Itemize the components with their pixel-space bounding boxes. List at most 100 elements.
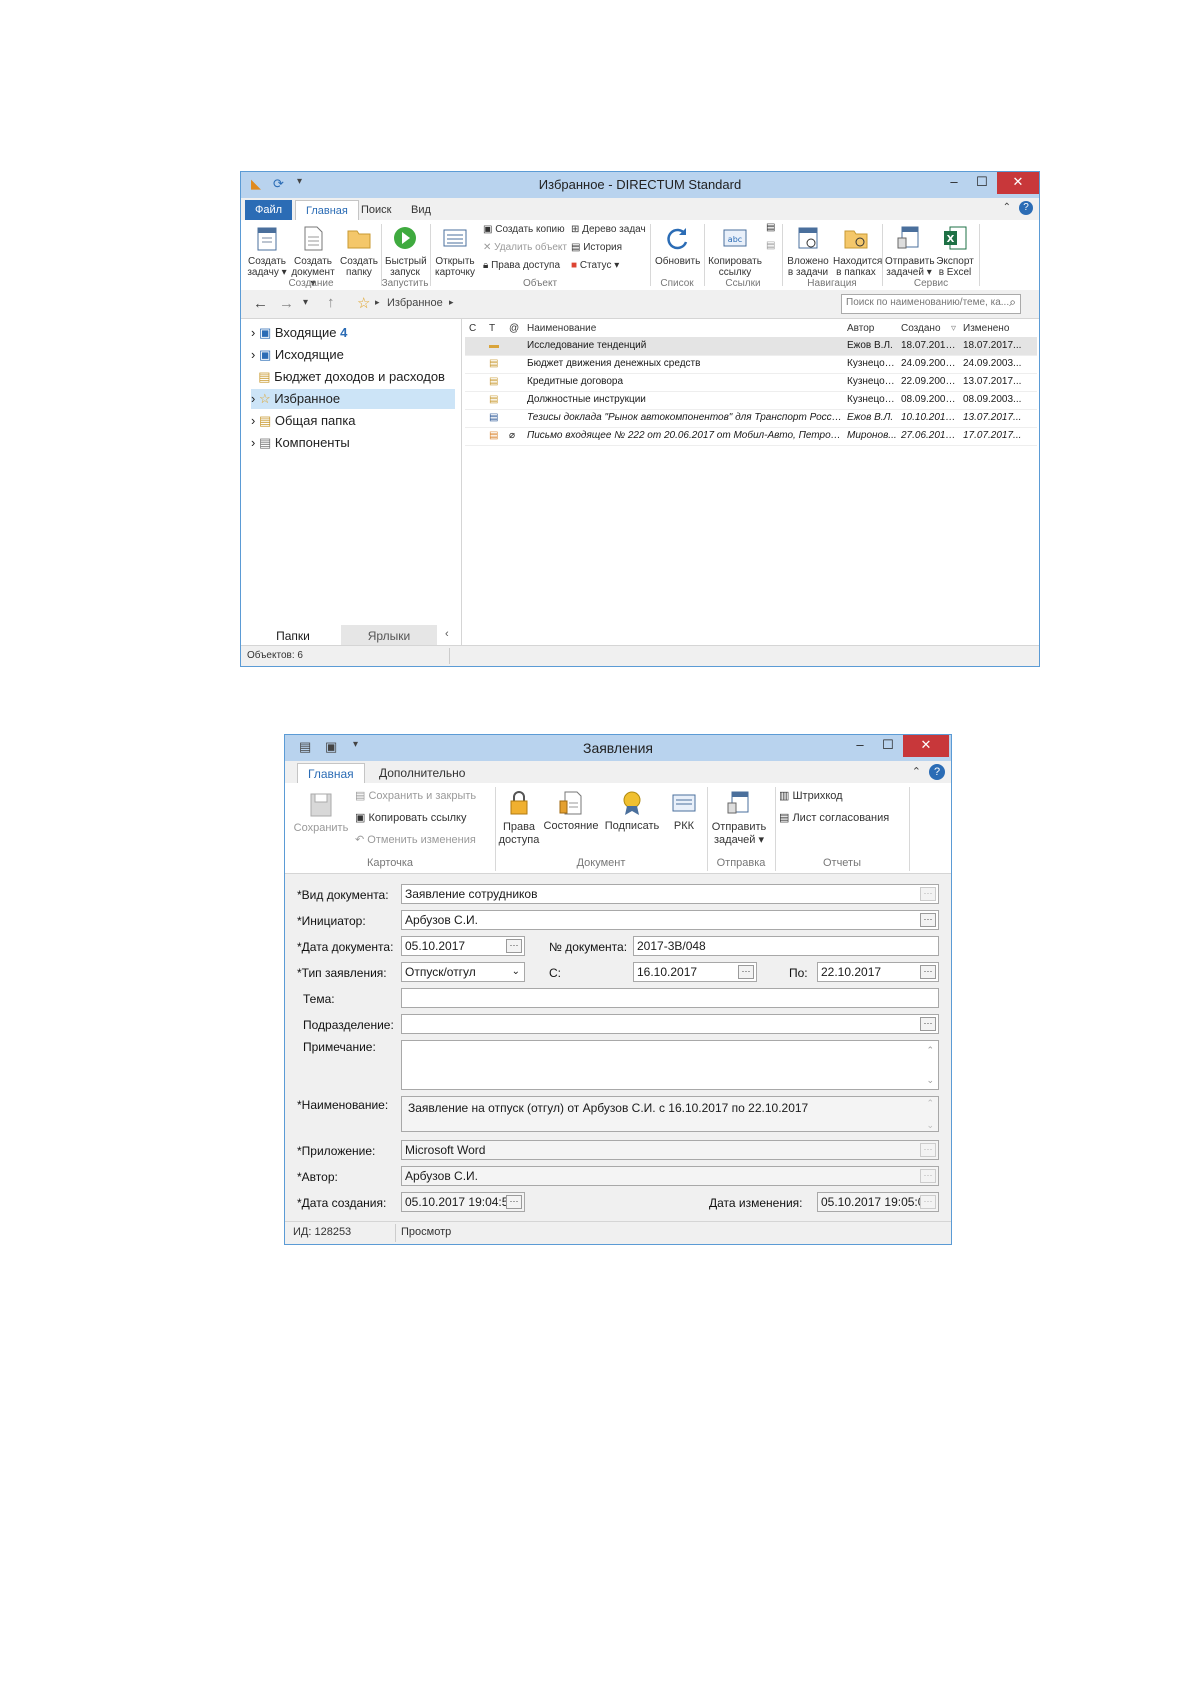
copy-object-button[interactable]: ▣ Создать копию xyxy=(483,224,565,235)
export-excel-button[interactable]: X Экспорт в Excel xyxy=(935,224,975,278)
save-close-button[interactable]: ▤ Сохранить и закрыть xyxy=(355,789,476,802)
tree-item-outbox[interactable]: › ▣ Исходящие xyxy=(251,345,344,365)
column-header-modified[interactable]: Изменено xyxy=(963,323,1009,334)
maximize-button[interactable]: ☐ xyxy=(967,172,997,194)
name-textarea[interactable]: Заявление на отпуск (отгул) от Арбузов С… xyxy=(401,1096,939,1132)
table-row[interactable]: ▬ Исследование тенденций Ежов В.Л. 18.07… xyxy=(465,337,1037,356)
chevron-down-icon[interactable]: ⌄ xyxy=(512,963,520,981)
doc-number-field[interactable]: 2017-3B/048 xyxy=(633,936,939,956)
table-row[interactable]: ▤ ⌀ Письмо входящее № 222 от 20.06.2017 … xyxy=(465,427,1037,446)
task-tree-button[interactable]: ⊞ Дерево задач xyxy=(571,224,646,235)
tab-additional[interactable]: Дополнительно xyxy=(369,763,475,783)
state-button[interactable]: Состояние xyxy=(541,789,601,832)
tab-folders[interactable]: Папки xyxy=(245,625,341,647)
history-button[interactable]: ▤ История xyxy=(571,242,622,253)
scroll-down-icon[interactable]: ⌄ xyxy=(926,1071,934,1089)
tree-item-components[interactable]: › ▤ Компоненты xyxy=(251,433,350,453)
create-task-button[interactable]: Создать задачу ▾ xyxy=(247,224,287,278)
table-row[interactable]: ▤ Тезисы доклада "Рынок автокомпонентов"… xyxy=(465,409,1037,428)
table-row[interactable]: ▤ Бюджет движения денежных средств Кузне… xyxy=(465,355,1037,374)
department-picker-button[interactable]: ··· xyxy=(920,1017,936,1031)
search-icon[interactable]: ⌕ xyxy=(1009,295,1016,310)
tab-file[interactable]: Файл xyxy=(245,200,293,220)
close-button[interactable]: ✕ xyxy=(903,735,949,757)
tab-home[interactable]: Главная xyxy=(297,763,365,784)
barcode-button[interactable]: ▥ Штрихкод xyxy=(779,789,843,802)
doc-kind-field[interactable]: Заявление сотрудников ··· xyxy=(401,884,939,904)
forward-arrow-icon[interactable]: → xyxy=(279,295,294,312)
column-header-t[interactable]: Т xyxy=(489,323,495,334)
send-task-button[interactable]: Отправить задачей ▾ xyxy=(885,224,935,278)
favorites-star-icon[interactable]: ☆ xyxy=(357,294,370,312)
column-header-at[interactable]: @ xyxy=(509,323,519,334)
doc-date-picker-button[interactable]: ··· xyxy=(506,939,522,953)
to-date-field[interactable]: 22.10.2017 ··· xyxy=(817,962,939,982)
scroll-up-icon[interactable]: ⌃ xyxy=(926,1041,934,1059)
refresh-button[interactable]: Обновить xyxy=(655,224,700,267)
column-header-name[interactable]: Наименование xyxy=(527,323,596,334)
help-icon[interactable]: ? xyxy=(1019,201,1033,215)
minimize-button[interactable]: – xyxy=(939,172,969,194)
breadcrumb[interactable]: Избранное xyxy=(387,297,443,309)
column-header-created[interactable]: Создано xyxy=(901,323,941,334)
save-button[interactable]: Сохранить xyxy=(293,791,349,834)
subject-field[interactable] xyxy=(401,988,939,1008)
tree-item-favorites[interactable]: › ☆ Избранное xyxy=(251,389,455,409)
history-dropdown-icon[interactable]: ▾ xyxy=(303,297,308,308)
column-header-author[interactable]: Автор xyxy=(847,323,874,334)
application-type-select[interactable]: Отпуск/отгул ⌄ xyxy=(401,962,525,982)
link-small-icon[interactable]: ▤ xyxy=(766,222,775,233)
create-folder-button[interactable]: Создать папку xyxy=(339,224,379,278)
maximize-button[interactable]: ☐ xyxy=(873,735,903,757)
open-card-button[interactable]: Открыть карточку xyxy=(433,224,477,278)
collapse-ribbon-icon[interactable]: ⌃ xyxy=(912,765,921,778)
tree-item-inbox[interactable]: › ▣ Входящие 4 xyxy=(251,323,347,343)
tree-item-shared-folder[interactable]: › ▤ Общая папка xyxy=(251,411,356,431)
send-task-button[interactable]: Отправить задачей ▾ xyxy=(709,789,769,847)
rkk-button[interactable]: РКК xyxy=(665,789,703,832)
approval-sheet-button[interactable]: ▤ Лист согласования xyxy=(779,811,889,824)
modified-date-field[interactable]: 05.10.2017 19:05:00 ··· xyxy=(817,1192,939,1212)
column-header-c[interactable]: С xyxy=(469,323,476,334)
created-date-picker-button[interactable]: ··· xyxy=(506,1195,522,1209)
department-field[interactable]: ··· xyxy=(401,1014,939,1034)
author-picker-button[interactable]: ··· xyxy=(920,1169,936,1183)
doc-date-field[interactable]: 05.10.2017 ··· xyxy=(401,936,525,956)
tab-view[interactable]: Вид xyxy=(401,200,441,220)
scroll-up-icon[interactable]: ⌃ xyxy=(926,1097,934,1109)
help-icon[interactable]: ? xyxy=(929,764,945,780)
quick-launch-button[interactable]: Быстрый запуск xyxy=(385,224,427,278)
doc-kind-picker-button[interactable]: ··· xyxy=(920,887,936,901)
delete-object-button[interactable]: ✕ Удалить объект xyxy=(483,242,567,253)
back-arrow-icon[interactable]: ← xyxy=(253,295,268,312)
created-date-field[interactable]: 05.10.2017 19:04:58 ··· xyxy=(401,1192,525,1212)
from-date-field[interactable]: 16.10.2017 ··· xyxy=(633,962,757,982)
collapse-panel-icon[interactable]: ‹ xyxy=(445,628,449,640)
table-row[interactable]: ▤ Должностные инструкции Кузнецов... 08.… xyxy=(465,391,1037,410)
tab-shortcuts[interactable]: Ярлыки xyxy=(341,625,437,647)
scroll-down-icon[interactable]: ⌄ xyxy=(926,1119,934,1131)
up-arrow-icon[interactable]: ↑ xyxy=(327,294,335,311)
tree-item-budget[interactable]: ▤ Бюджет доходов и расходов xyxy=(251,367,445,387)
copy-link-button[interactable]: ▣ Копировать ссылку xyxy=(355,811,467,824)
search-input[interactable]: Поиск по наименованию/теме, ка... ⌕ xyxy=(841,294,1021,314)
author-field[interactable]: Арбузов С.И. ··· xyxy=(401,1166,939,1186)
application-picker-button[interactable]: ··· xyxy=(920,1143,936,1157)
collapse-ribbon-icon[interactable]: ⌃ xyxy=(1003,202,1011,213)
minimize-button[interactable]: – xyxy=(845,735,875,757)
from-date-picker-button[interactable]: ··· xyxy=(738,965,754,979)
access-rights-button[interactable]: 🔒︎ Права доступа xyxy=(483,260,560,271)
tab-search[interactable]: Поиск xyxy=(351,200,401,220)
sign-button[interactable]: Подписать xyxy=(603,789,661,832)
application-field[interactable]: Microsoft Word ··· xyxy=(401,1140,939,1160)
note-textarea[interactable]: ⌃ ⌄ xyxy=(401,1040,939,1090)
tab-home[interactable]: Главная xyxy=(295,200,359,221)
modified-date-picker-button[interactable]: ··· xyxy=(920,1195,936,1209)
initiator-picker-button[interactable]: ··· xyxy=(920,913,936,927)
nested-in-tasks-button[interactable]: Вложено в задачи xyxy=(785,224,831,278)
close-button[interactable]: ✕ xyxy=(997,172,1039,194)
initiator-field[interactable]: Арбузов С.И. ··· xyxy=(401,910,939,930)
breadcrumb-end-icon[interactable]: ▸ xyxy=(449,297,454,308)
status-button[interactable]: ■ Статус ▾ xyxy=(571,260,619,271)
copy-link-button[interactable]: abc Копировать ссылку xyxy=(707,224,763,278)
